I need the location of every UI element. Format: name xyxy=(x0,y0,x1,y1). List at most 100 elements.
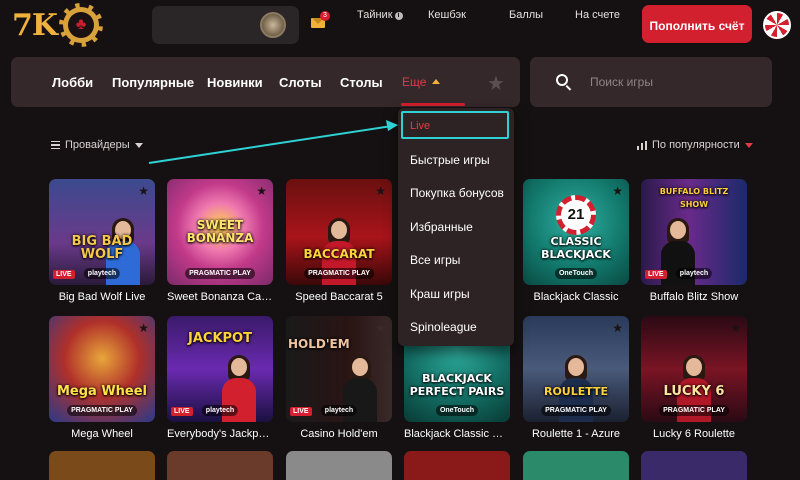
game-name[interactable]: Sweet Bonanza Candy... xyxy=(167,291,273,303)
favorite-star-icon[interactable]: ★ xyxy=(138,184,149,198)
header: 7K ♣ 3 Тайник i Кешбэк Баллы На счете Поп… xyxy=(0,0,800,52)
game-thumbnail[interactable]: HOLD'EM LIVE playtech ★ xyxy=(286,316,392,422)
game-thumbnail[interactable]: ROULETTE PRAGMATIC PLAY ★ xyxy=(523,316,629,422)
thumbnail-title: ROULETTE xyxy=(543,385,609,398)
sort-bars-icon xyxy=(637,140,647,150)
deposit-button[interactable]: Пополнить счёт xyxy=(642,5,752,43)
game-card[interactable]: SWEET BONANZA PRAGMATIC PLAY ★ Sweet Bon… xyxy=(167,179,273,303)
game-thumbnail-partial[interactable] xyxy=(167,451,273,480)
thumbnail-title: BACCARAT xyxy=(303,247,375,261)
nav-new[interactable]: Новинки xyxy=(207,75,263,90)
provider-badge: PRAGMATIC PLAY xyxy=(541,405,611,416)
game-name[interactable]: Casino Hold'em xyxy=(286,428,392,440)
search-icon[interactable] xyxy=(556,74,568,86)
chevron-down-icon xyxy=(744,142,753,148)
favorite-star-icon[interactable]: ★ xyxy=(612,321,623,335)
dropdown-item-bonus-buy[interactable]: Покупка бонусов xyxy=(410,186,504,200)
header-nav-stash[interactable]: Тайник i xyxy=(357,9,403,21)
game-thumbnail-partial[interactable] xyxy=(286,451,392,480)
thumbnail-title: SWEET BONANZA xyxy=(186,218,254,245)
game-thumbnail[interactable]: SWEET BONANZA PRAGMATIC PLAY ★ xyxy=(167,179,273,285)
search-input[interactable] xyxy=(590,71,760,93)
game-name[interactable]: Speed Baccarat 5 xyxy=(286,291,392,303)
providers-filter[interactable]: Провайдеры xyxy=(51,139,143,151)
game-thumbnail[interactable]: LUCKY 6 PRAGMATIC PLAY ★ xyxy=(641,316,747,422)
dropdown-item-crash-games[interactable]: Краш игры xyxy=(410,287,470,301)
logo[interactable]: 7K ♣ xyxy=(12,2,108,48)
nav-popular[interactable]: Популярные xyxy=(112,75,194,90)
game-name[interactable]: Roulette 1 - Azure xyxy=(523,428,629,440)
search-box xyxy=(530,57,772,107)
game-card[interactable]: Mega Wheel PRAGMATIC PLAY ★ Mega Wheel xyxy=(49,316,155,440)
game-card[interactable]: BUFFALO BLITZ SHOW LIVE playtech Buffalo… xyxy=(641,179,747,303)
arrow-line xyxy=(148,125,393,164)
game-thumbnail[interactable]: BACCARAT PRAGMATIC PLAY ★ xyxy=(286,179,392,285)
favorite-star-icon[interactable]: ★ xyxy=(375,184,386,198)
provider-badge: playtech xyxy=(83,268,121,279)
dropdown-item-all-games[interactable]: Все игры xyxy=(410,253,460,267)
game-name[interactable]: Everybody's Jackpot Li... xyxy=(167,428,273,440)
favorites-star-icon[interactable]: ★ xyxy=(487,71,505,96)
nav-lobby[interactable]: Лобби xyxy=(52,75,93,90)
balance-widget[interactable] xyxy=(152,6,299,44)
provider-badge: PRAGMATIC PLAY xyxy=(304,268,374,279)
game-name[interactable]: Blackjack Classic xyxy=(523,291,629,303)
game-thumbnail[interactable]: Mega Wheel PRAGMATIC PLAY ★ xyxy=(49,316,155,422)
game-card[interactable]: BIG BAD WOLF LIVE playtech ★ Big Bad Wol… xyxy=(49,179,155,303)
game-card[interactable]: BACCARAT PRAGMATIC PLAY ★ Speed Baccarat… xyxy=(286,179,392,303)
arrow-head xyxy=(386,120,398,131)
provider-badge: OneTouch xyxy=(435,405,479,416)
game-name[interactable]: Blackjack Classic Perf... xyxy=(404,428,510,440)
favorite-star-icon[interactable]: ★ xyxy=(375,321,386,335)
favorite-star-icon[interactable]: ★ xyxy=(730,321,741,335)
favorite-star-icon[interactable]: ★ xyxy=(612,184,623,198)
game-name[interactable]: Buffalo Blitz Show xyxy=(641,291,747,303)
providers-filter-label: Провайдеры xyxy=(65,139,130,151)
live-tag: LIVE xyxy=(290,407,312,416)
sort-filter[interactable]: По популярности xyxy=(637,139,753,151)
game-name[interactable]: Lucky 6 Roulette xyxy=(641,428,747,440)
thumbnail-title: LUCKY 6 xyxy=(663,384,725,399)
provider-badge: playtech xyxy=(320,405,358,416)
header-nav-balance[interactable]: На счете xyxy=(575,9,620,21)
header-nav-points[interactable]: Баллы xyxy=(509,9,543,21)
info-icon: i xyxy=(394,12,403,20)
game-card[interactable]: LUCKY 6 PRAGMATIC PLAY ★ Lucky 6 Roulett… xyxy=(641,316,747,440)
game-thumbnail-partial[interactable] xyxy=(523,451,629,480)
game-thumbnail[interactable]: BUFFALO BLITZ SHOW LIVE playtech xyxy=(641,179,747,285)
game-card[interactable]: ROULETTE PRAGMATIC PLAY ★ Roulette 1 - A… xyxy=(523,316,629,440)
game-card[interactable]: 21 CLASSIC BLACKJACK OneTouch ★ Blackjac… xyxy=(523,179,629,303)
game-thumbnail-partial[interactable] xyxy=(641,451,747,480)
provider-badge: playtech xyxy=(201,405,239,416)
live-tag: LIVE xyxy=(53,270,75,279)
live-tag: LIVE xyxy=(171,407,193,416)
chevron-up-icon xyxy=(432,79,441,84)
provider-badge: OneTouch xyxy=(554,268,598,279)
header-nav-stash-label: Тайник xyxy=(357,9,393,21)
game-card[interactable]: JACKPOT LIVE playtech Everybody's Jackpo… xyxy=(167,316,273,440)
game-card[interactable]: HOLD'EM LIVE playtech ★ Casino Hold'em xyxy=(286,316,392,440)
game-name[interactable]: Big Bad Wolf Live xyxy=(49,291,155,303)
game-thumbnail[interactable]: JACKPOT LIVE playtech xyxy=(167,316,273,422)
dropdown-item-fast-games[interactable]: Быстрые игры xyxy=(410,153,490,167)
nav-more[interactable]: Еще xyxy=(402,75,441,89)
dropdown-item-favorites[interactable]: Избранные xyxy=(410,220,473,234)
avatar[interactable] xyxy=(763,11,791,39)
game-thumbnail-partial[interactable] xyxy=(404,451,510,480)
favorite-star-icon[interactable]: ★ xyxy=(256,184,267,198)
game-name[interactable]: Mega Wheel xyxy=(49,428,155,440)
provider-badge: playtech xyxy=(675,268,713,279)
header-nav-cashback[interactable]: Кешбэк xyxy=(428,9,466,21)
mail-badge: 3 xyxy=(320,11,330,21)
thumbnail-title: HOLD'EM xyxy=(288,337,350,351)
game-thumbnail[interactable]: BIG BAD WOLF LIVE playtech ★ xyxy=(49,179,155,285)
game-thumbnail[interactable]: 21 CLASSIC BLACKJACK OneTouch ★ xyxy=(523,179,629,285)
dropdown-item-live[interactable]: Live xyxy=(410,120,430,132)
sort-filter-label: По популярности xyxy=(652,139,740,151)
game-thumbnail-partial[interactable] xyxy=(49,451,155,480)
nav-slots[interactable]: Слоты xyxy=(279,75,322,90)
chip-logo-icon: ♣ xyxy=(58,3,103,47)
dropdown-item-spinoleague[interactable]: Spinoleague xyxy=(410,320,477,334)
favorite-star-icon[interactable]: ★ xyxy=(138,321,149,335)
nav-tables[interactable]: Столы xyxy=(340,75,383,90)
